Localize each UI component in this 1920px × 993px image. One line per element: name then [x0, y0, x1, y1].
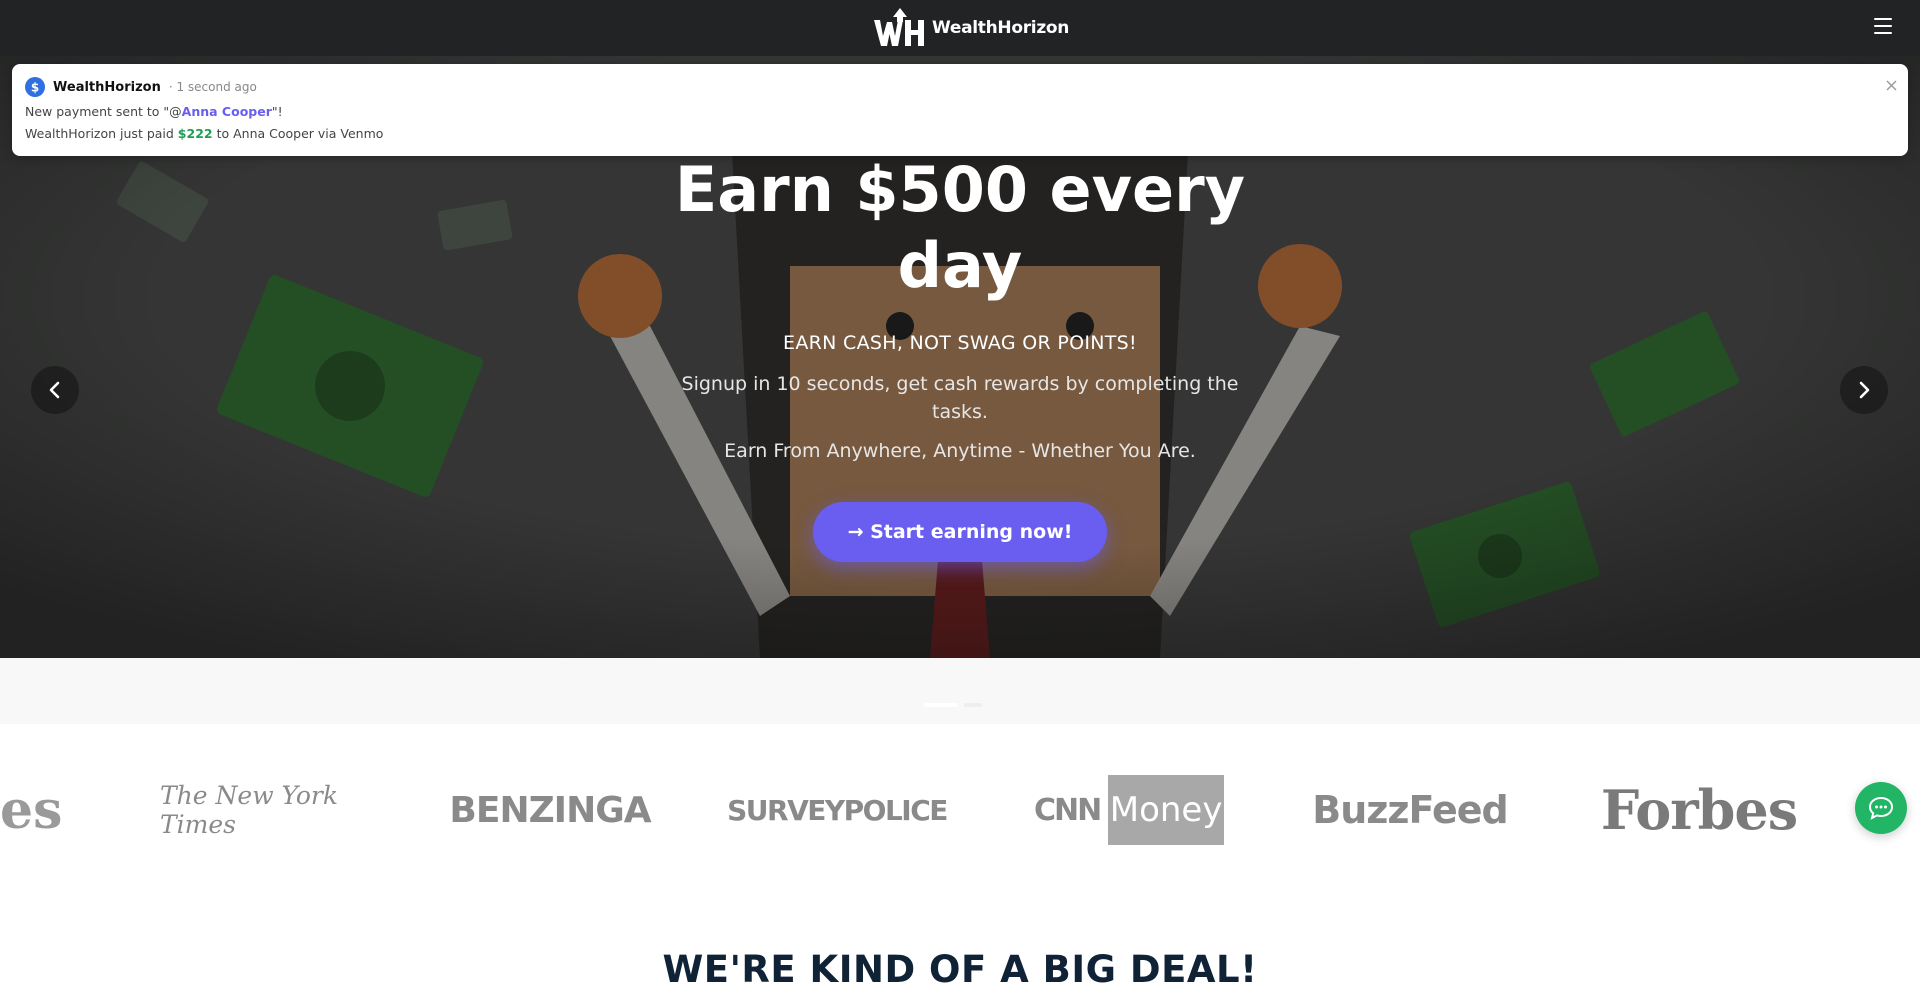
hero-content: Earn $500 every day EARN CASH, NOT SWAG … [660, 152, 1260, 462]
recipient-name: Anna Cooper [181, 104, 272, 119]
payment-notification: $ WealthHorizon · 1 second ago New payme… [12, 64, 1908, 156]
top-nav: WealthHorizon [0, 0, 1920, 56]
money-text: Money [1108, 775, 1224, 845]
hero-subtitle-2: Earn From Anywhere, Anytime - Whether Yo… [724, 440, 1196, 462]
detail-suffix: to Anna Cooper via Venmo [212, 126, 384, 141]
brand-name: WealthHorizon [932, 18, 1070, 38]
start-earning-button[interactable]: → Start earning now! [813, 502, 1107, 562]
press-logos: es The New York Times BENZINGA SURVEYPOL… [0, 724, 1920, 894]
press-logo-nyt: The New York Times [160, 781, 339, 839]
slider-dot[interactable] [964, 703, 982, 707]
notification-brand: WealthHorizon [53, 79, 161, 95]
hero-subtitle: Signup in 10 seconds, get cash rewards b… [681, 373, 1239, 423]
close-icon[interactable] [1882, 76, 1900, 94]
slider-prev-button[interactable] [31, 366, 79, 414]
dollar-icon: $ [25, 77, 45, 97]
payment-amount: $222 [177, 126, 213, 141]
surveypolice-text: SURVEYPOLICE [727, 793, 948, 827]
brand-logo[interactable]: WealthHorizon [874, 8, 1069, 48]
wh-logo-icon [874, 8, 924, 46]
notification-detail: WealthHorizon just paid $222 to Anna Coo… [25, 126, 383, 141]
slider-dots [0, 658, 1920, 724]
press-logo-benzinga: BENZINGA [449, 789, 651, 831]
cnn-text: CNN [1034, 792, 1102, 828]
chevron-left-icon [49, 381, 60, 399]
press-logo-surveypolice: SURVEYPOLICE [727, 772, 948, 848]
press-logo-forbes: Forbes [1600, 778, 1798, 842]
press-logo-forbes-partial: es [0, 779, 63, 841]
press-logo-buzzfeed: BuzzFeed [1312, 788, 1508, 832]
notification-time: · 1 second ago [168, 80, 257, 94]
chat-bubble-icon [1868, 796, 1894, 820]
hero-title: Earn $500 every day [674, 153, 1246, 302]
detail-prefix: WealthHorizon just paid [25, 126, 178, 141]
chevron-right-icon [1859, 381, 1870, 399]
message-suffix: "! [271, 104, 283, 119]
svg-text:$: $ [31, 81, 39, 95]
notification-message: New payment sent to "@Anna Cooper"! [25, 104, 283, 119]
hero-tagline: EARN CASH, NOT SWAG OR POINTS! [783, 332, 1137, 354]
chat-button[interactable] [1855, 782, 1907, 834]
notification-header: $ WealthHorizon · 1 second ago [25, 77, 257, 97]
press-logo-cnn-money: CNN Money [1034, 772, 1224, 848]
message-prefix: New payment sent to "@ [25, 104, 182, 119]
section-heading: WE'RE KIND OF A BIG DEAL! [662, 948, 1258, 991]
slider-dot-active[interactable] [924, 703, 958, 707]
slider-next-button[interactable] [1840, 366, 1888, 414]
hamburger-menu-icon[interactable] [1874, 18, 1892, 34]
